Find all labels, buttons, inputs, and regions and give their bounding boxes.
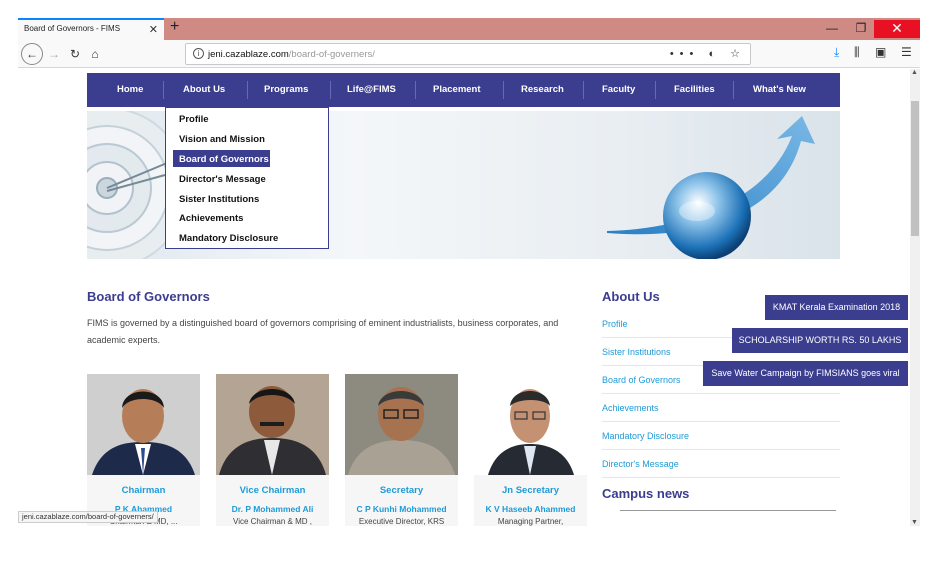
url-path: /board-of-governers/ (288, 49, 375, 60)
minimize-button[interactable]: — (818, 20, 846, 38)
nav-toolbar: ← → ↻ ⌂ i jeni.cazablaze.com/board-of-go… (18, 40, 920, 68)
nav-facilities[interactable]: Facilities (674, 84, 715, 95)
person-role: Vice Chairman (239, 485, 306, 496)
nav-whats-new[interactable]: What's New (753, 84, 806, 95)
reload-button[interactable]: ↻ (66, 45, 84, 63)
sidebar-icon[interactable]: ▣ (875, 45, 886, 59)
download-icon[interactable]: ⤓ (834, 45, 839, 60)
tab-title: Board of Governors - FIMS (24, 24, 121, 33)
url-bar[interactable]: i jeni.cazablaze.com/board-of-governers/… (185, 43, 751, 65)
dropdown-item-sister[interactable]: Sister Institutions (179, 194, 259, 205)
person-desc: Managing Partner, (497, 517, 564, 526)
about-us-dropdown: Profile Vision and Mission Board of Gove… (165, 107, 329, 249)
person-name: Dr. P Mohammed Ali (231, 504, 314, 514)
tab-strip: Board of Governors - FIMS ✕ + — ❐ ✕ (18, 18, 920, 40)
nav-programs[interactable]: Programs (264, 84, 308, 95)
info-icon[interactable]: i (193, 48, 204, 59)
menu-icon[interactable]: ☰ (901, 45, 912, 59)
sidebar-link-achievements[interactable]: Achievements (602, 403, 840, 422)
browser-window: Board of Governors - FIMS ✕ + — ❐ ✕ ← → … (18, 18, 920, 526)
dropdown-item-vision[interactable]: Vision and Mission (179, 134, 265, 145)
dropdown-item-profile[interactable]: Profile (179, 114, 209, 125)
close-window-button[interactable]: ✕ (874, 20, 920, 38)
nav-separator (415, 81, 416, 99)
new-tab-button[interactable]: + (170, 18, 179, 36)
intro-text: FIMS is governed by a distinguished boar… (87, 318, 559, 345)
dropdown-item-achievements[interactable]: Achievements (179, 213, 243, 224)
maximize-button[interactable]: ❐ (847, 20, 875, 38)
page-scrollbar[interactable]: ▲ ▼ (910, 69, 920, 526)
url-domain: jeni.cazablaze.com (208, 49, 289, 60)
dropdown-item-disclosure[interactable]: Mandatory Disclosure (179, 233, 278, 244)
site-nav: Home About Us Programs Life@FIMS Placeme… (87, 73, 840, 107)
float-save-water[interactable]: Save Water Campaign by FIMSIANS goes vir… (703, 361, 908, 386)
home-button[interactable]: ⌂ (86, 45, 104, 63)
dropdown-item-director[interactable]: Director's Message (179, 174, 266, 185)
nav-separator (655, 81, 656, 99)
person-name: C P Kunhi Mohammed (356, 504, 447, 514)
float-kmat[interactable]: KMAT Kerala Examination 2018 (765, 295, 908, 320)
scroll-down-icon[interactable]: ▼ (911, 519, 918, 526)
person-photo (474, 374, 587, 475)
page-viewport: Home About Us Programs Life@FIMS Placeme… (18, 69, 910, 526)
person-photo (345, 374, 458, 475)
library-icon[interactable]: ⫼ (854, 45, 860, 60)
forward-button[interactable]: → (45, 45, 63, 63)
nav-separator (733, 81, 734, 99)
url-text: jeni.cazablaze.com/board-of-governers/ (208, 49, 375, 60)
person-photo (87, 374, 200, 475)
sidebar-link-director[interactable]: Director's Message (602, 459, 840, 478)
person-desc: Vice Chairman & MD , (233, 517, 312, 526)
person-name: K V Haseeb Ahammed (485, 504, 576, 514)
page-title: Board of Governors (87, 289, 210, 304)
scroll-up-icon[interactable]: ▲ (911, 69, 918, 76)
news-divider (620, 510, 836, 511)
person-card[interactable]: Vice Chairman Dr. P Mohammed Ali Vice Ch… (216, 374, 329, 526)
dropdown-item-board[interactable]: Board of Governors (179, 154, 269, 165)
tab-active[interactable]: Board of Governors - FIMS ✕ (18, 18, 164, 40)
nav-separator (583, 81, 584, 99)
person-photo (216, 374, 329, 475)
nav-faculty[interactable]: Faculty (602, 84, 635, 95)
back-button[interactable]: ← (21, 43, 43, 65)
nav-separator (330, 81, 331, 99)
nav-placement[interactable]: Placement (433, 84, 481, 95)
nav-separator (247, 81, 248, 99)
page-actions-icon[interactable]: ••• ◐ ☆ (670, 47, 746, 60)
sidebar-link-disclosure[interactable]: Mandatory Disclosure (602, 431, 840, 450)
person-desc: Executive Director, KRS (358, 517, 445, 526)
scroll-thumb[interactable] (911, 101, 919, 236)
person-role: Chairman (121, 485, 166, 496)
person-role: Jn Secretary (501, 485, 560, 496)
campus-news-heading: Campus news (602, 486, 690, 501)
person-card[interactable]: Secretary C P Kunhi Mohammed Executive D… (345, 374, 458, 526)
float-scholarship[interactable]: SCHOLARSHIP WORTH RS. 50 LAKHS (732, 328, 908, 353)
tab-close-icon[interactable]: ✕ (149, 23, 158, 36)
person-card[interactable]: Chairman P K Ahammed Chairman & MD, ... (87, 374, 200, 526)
person-card[interactable]: Jn Secretary K V Haseeb Ahammed Managing… (474, 374, 587, 526)
sidebar-heading: About Us (602, 289, 660, 304)
nav-separator (163, 81, 164, 99)
nav-about-us[interactable]: About Us (183, 84, 225, 95)
status-bar: jeni.cazablaze.com/board-of-governers/ (18, 511, 158, 523)
nav-research[interactable]: Research (521, 84, 564, 95)
nav-life-fims[interactable]: Life@FIMS (347, 84, 396, 95)
nav-separator (503, 81, 504, 99)
person-role: Secretary (379, 485, 424, 496)
nav-home[interactable]: Home (117, 84, 143, 95)
